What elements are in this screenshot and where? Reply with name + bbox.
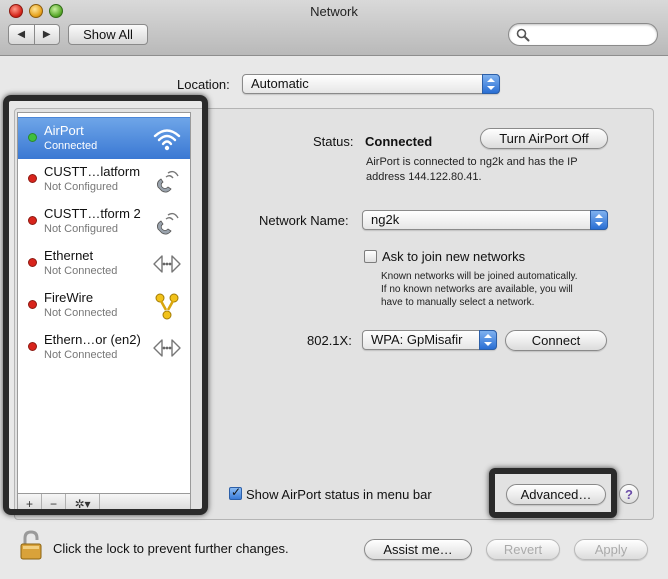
ask-join-help-line-3: have to manually select a network. bbox=[381, 297, 535, 308]
popup-arrows-icon bbox=[479, 330, 497, 350]
service-status: Not Connected bbox=[44, 265, 118, 277]
turn-airport-off-button[interactable]: Turn AirPort Off bbox=[480, 128, 608, 149]
service-status: Not Connected bbox=[44, 349, 118, 361]
service-list-toolbar: + − ✲▾ bbox=[17, 494, 191, 514]
status-dot-disconnected bbox=[28, 216, 37, 225]
network-name-popup[interactable]: ng2k bbox=[362, 210, 608, 230]
ask-join-help-line-2: If no known networks are available, you … bbox=[381, 284, 573, 295]
status-dot-disconnected bbox=[28, 342, 37, 351]
status-value: Connected bbox=[365, 134, 433, 149]
service-list[interactable]: AirPort Connected CUSTT…latform Not Conf… bbox=[17, 112, 191, 494]
service-item-ethernet-en2[interactable]: Ethern…or (en2) Not Connected bbox=[18, 327, 190, 369]
service-name: FireWire bbox=[44, 290, 94, 305]
service-status: Not Configured bbox=[44, 181, 118, 193]
service-item-airport[interactable]: AirPort Connected bbox=[18, 117, 190, 159]
service-item-ethernet[interactable]: Ethernet Not Connected bbox=[18, 243, 190, 285]
add-service-button[interactable]: + bbox=[18, 494, 42, 513]
service-item-custt-platform-2[interactable]: CUSTT…tform 2 Not Configured bbox=[18, 201, 190, 243]
ask-join-checkbox[interactable] bbox=[364, 250, 377, 263]
phone-icon bbox=[157, 170, 179, 193]
service-name: AirPort bbox=[44, 123, 84, 138]
show-all-button[interactable]: Show All bbox=[68, 24, 148, 45]
service-status: Connected bbox=[44, 140, 98, 152]
window-title: Network bbox=[310, 4, 358, 19]
popup-arrows-icon bbox=[482, 74, 500, 94]
firewire-icon bbox=[155, 293, 179, 320]
assist-me-button[interactable]: Assist me… bbox=[364, 539, 472, 560]
back-forward-control: ◀ ▶ bbox=[8, 24, 60, 45]
lock-icon[interactable] bbox=[20, 530, 46, 560]
search-input[interactable] bbox=[508, 23, 658, 46]
search-icon bbox=[516, 28, 530, 42]
service-status: Not Configured bbox=[44, 223, 118, 235]
phone-icon bbox=[157, 212, 179, 235]
dot1x-value: WPA: GpMisafir bbox=[371, 332, 463, 347]
window-titlebar: Network ◀ ▶ Show All bbox=[0, 0, 668, 56]
location-popup[interactable]: Automatic bbox=[242, 74, 500, 94]
status-description-line-1: AirPort is connected to ng2k and has the… bbox=[366, 156, 578, 168]
wifi-icon bbox=[153, 129, 181, 151]
popup-arrows-icon bbox=[590, 210, 608, 230]
forward-button[interactable]: ▶ bbox=[35, 25, 60, 44]
ethernet-icon bbox=[153, 339, 181, 357]
service-name: CUSTT…tform 2 bbox=[44, 206, 141, 221]
service-item-custt-platform[interactable]: CUSTT…latform Not Configured bbox=[18, 159, 190, 201]
ethernet-icon bbox=[153, 255, 181, 273]
service-status: Not Connected bbox=[44, 307, 118, 319]
action-menu-button[interactable]: ✲▾ bbox=[66, 494, 100, 513]
service-item-firewire[interactable]: FireWire Not Connected bbox=[18, 285, 190, 327]
connect-button[interactable]: Connect bbox=[505, 330, 607, 351]
ask-join-help-line-1: Known networks will be joined automatica… bbox=[381, 271, 578, 282]
advanced-button[interactable]: Advanced… bbox=[506, 484, 606, 505]
status-dot-disconnected bbox=[28, 300, 37, 309]
service-name: CUSTT…latform bbox=[44, 164, 141, 179]
remove-service-button[interactable]: − bbox=[42, 494, 66, 513]
network-name-value: ng2k bbox=[371, 212, 400, 227]
network-name-label: Network Name: bbox=[259, 213, 349, 228]
show-status-label: Show AirPort status in menu bar bbox=[246, 487, 432, 502]
service-name: Ethernet bbox=[44, 248, 94, 263]
status-dot-connected bbox=[28, 133, 37, 142]
help-button[interactable]: ? bbox=[619, 484, 639, 504]
apply-button[interactable]: Apply bbox=[574, 539, 648, 560]
location-label: Location: bbox=[177, 77, 230, 92]
ask-join-label: Ask to join new networks bbox=[382, 249, 526, 264]
back-button[interactable]: ◀ bbox=[9, 25, 35, 44]
status-label: Status: bbox=[313, 134, 354, 149]
dot1x-label: 802.1X: bbox=[307, 333, 352, 348]
show-status-checkbox[interactable] bbox=[229, 485, 242, 500]
location-value: Automatic bbox=[251, 76, 309, 91]
service-name: Ethern…or (en2) bbox=[44, 332, 141, 347]
status-dot-disconnected bbox=[28, 174, 37, 183]
status-description-line-2: address 144.122.80.41. bbox=[366, 171, 482, 183]
dot1x-popup[interactable]: WPA: GpMisafir bbox=[362, 330, 497, 350]
revert-button[interactable]: Revert bbox=[486, 539, 560, 560]
lock-description: Click the lock to prevent further change… bbox=[53, 541, 289, 556]
status-dot-disconnected bbox=[28, 258, 37, 267]
